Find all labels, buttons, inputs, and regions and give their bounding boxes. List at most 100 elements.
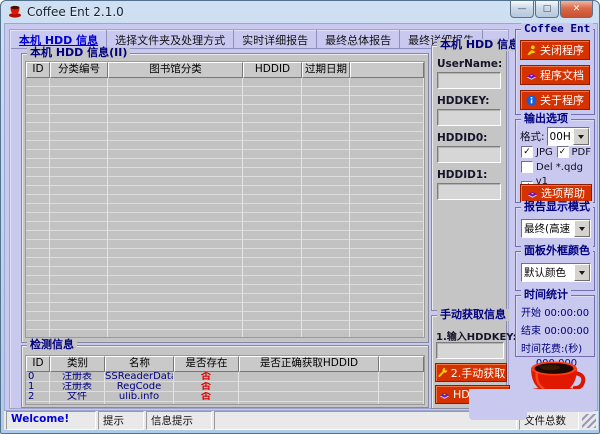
- detect-info-table[interactable]: ID类别名称是否存在是否正确获取HDDID 0注册表SSReaderData否1…: [25, 355, 425, 405]
- empty-row: [26, 321, 424, 330]
- status-tip: 提示: [98, 411, 144, 430]
- column-header: 过期日期: [302, 62, 350, 78]
- tab-3[interactable]: 实时详细报告: [234, 30, 317, 48]
- overlay-panel: [469, 411, 527, 420]
- panel-color-value: 默认颜色: [522, 265, 574, 280]
- table-cell: 否: [174, 372, 239, 382]
- empty-row: [26, 159, 424, 168]
- empty-row: [26, 186, 424, 195]
- panel-color-group: 面板外框颜色 默认颜色: [515, 251, 595, 291]
- empty-row: [26, 213, 424, 222]
- time-elapsed-label: 时间花费:(秒): [521, 340, 592, 355]
- empty-row: [26, 330, 424, 338]
- sidebar-button-person[interactable]: 关闭程序: [520, 40, 590, 60]
- hdd-info-2-title: 本机 HDD 信息(II): [27, 47, 130, 59]
- empty-row: [26, 294, 424, 303]
- column-header: 是否存在: [174, 356, 239, 372]
- field-input[interactable]: [437, 109, 501, 126]
- table-cell: SSReaderData: [105, 372, 174, 382]
- title-bar: Coffee Ent 2.1.0 — □ ✕: [1, 1, 599, 23]
- column-header: 图书馆分类: [108, 62, 243, 78]
- output-options-group: 输出选项 格式: 00H JPGPDFDel *.qdgv1 ReName 选项…: [515, 119, 595, 203]
- table-cell: 注册表: [50, 372, 105, 382]
- checkbox-label: PDF: [572, 147, 591, 158]
- time-stats-group: 时间统计 开始 00:00:00 结束 00:00:00 时间花费:(秒) 00…: [515, 295, 595, 357]
- empty-row: [26, 303, 424, 312]
- close-button[interactable]: ✕: [560, 1, 593, 18]
- time-stats-title: 时间统计: [521, 289, 571, 301]
- field-label: HDDID0:: [437, 132, 501, 144]
- resize-grip[interactable]: [582, 414, 596, 428]
- person-icon: [526, 45, 537, 56]
- tab-4[interactable]: 最终总体报告: [317, 30, 400, 48]
- field-label: HDDKEY:: [437, 95, 501, 107]
- minimize-button[interactable]: —: [510, 1, 534, 18]
- field-input[interactable]: [437, 72, 501, 89]
- checkbox-del-qdg[interactable]: Del *.qdg: [521, 161, 592, 173]
- chevron-down-icon[interactable]: [574, 264, 590, 281]
- checkbox-pdf[interactable]: PDF: [557, 146, 593, 158]
- chevron-down-icon[interactable]: [574, 220, 590, 237]
- detect-header: ID类别名称是否存在是否正确获取HDDID: [26, 356, 424, 372]
- table-cell: [379, 392, 424, 402]
- empty-row: [26, 150, 424, 159]
- maximize-button[interactable]: □: [535, 1, 559, 18]
- empty-row: [26, 240, 424, 249]
- book-icon: [439, 389, 450, 400]
- field-input[interactable]: [437, 183, 501, 200]
- report-mode-group: 报告显示模式 最终(高速: [515, 207, 595, 247]
- empty-row: [26, 105, 424, 114]
- empty-row: [26, 204, 424, 213]
- empty-row: [26, 258, 424, 267]
- book-icon: [526, 70, 537, 81]
- table-cell: 注册表: [50, 382, 105, 392]
- report-mode-combo[interactable]: 最终(高速: [521, 219, 591, 238]
- manual-get-label: 2.手动获取: [451, 365, 506, 381]
- empty-row: [26, 96, 424, 105]
- table-cell: ulib.info: [105, 392, 174, 402]
- column-header: 是否正确获取HDDID: [239, 356, 379, 372]
- output-options-title: 输出选项: [521, 113, 571, 125]
- checkbox-label: Del *.qdg: [536, 162, 583, 173]
- column-header: [350, 62, 424, 78]
- coffee-ent-title: Coffee Ent: [521, 23, 593, 35]
- sidebar-button-book[interactable]: 程序文档: [520, 65, 590, 85]
- button-label: 程序文档: [540, 67, 584, 83]
- table-row[interactable]: 2文件ulib.info否: [26, 392, 424, 402]
- time-end-line: 结束 00:00:00: [521, 322, 592, 337]
- table-cell: 否: [174, 392, 239, 402]
- manual-get-button[interactable]: 2.手动获取: [435, 363, 507, 382]
- options-help-label: 选项帮助: [541, 185, 585, 201]
- book-icon: [527, 188, 538, 199]
- button-label: 关于程序: [540, 92, 584, 108]
- manual-hddkey-input[interactable]: [436, 342, 504, 359]
- hdd2-body: [26, 78, 424, 338]
- hdd-info-2-group: 本机 HDD 信息(II) ID分类编号图书馆分类HDDID过期日期: [21, 53, 429, 343]
- button-label: 关闭程序: [540, 42, 584, 58]
- empty-row: [26, 222, 424, 231]
- table-cell: RegCode: [105, 382, 174, 392]
- table-row[interactable]: 1注册表RegCode否: [26, 382, 424, 392]
- column-header: HDDID: [243, 62, 302, 78]
- panel-color-combo[interactable]: 默认颜色: [521, 263, 591, 282]
- table-row[interactable]: 0注册表SSReaderData否: [26, 372, 424, 382]
- hdd1-fields: UserName:HDDKEY:HDDID0:HDDID1:: [437, 54, 501, 206]
- format-combo[interactable]: 00H: [547, 127, 590, 146]
- empty-row: [26, 168, 424, 177]
- table-cell: [379, 372, 424, 382]
- column-header: ID: [26, 356, 50, 372]
- field-input[interactable]: [437, 146, 501, 163]
- empty-row: [26, 402, 424, 405]
- chevron-down-icon[interactable]: [573, 128, 589, 145]
- report-mode-title: 报告显示模式: [521, 201, 593, 213]
- manual-step1-label: 1.输入HDDKEY:: [436, 328, 517, 343]
- hdd-info-2-table[interactable]: ID分类编号图书馆分类HDDID过期日期: [25, 61, 425, 338]
- table-cell: 0: [26, 372, 50, 382]
- table-cell: [379, 382, 424, 392]
- sidebar-button-info[interactable]: 关于程序: [520, 90, 590, 110]
- hdd-info-1-group: 本机 HDD 信息(I) UserName:HDDKEY:HDDID0:HDDI…: [431, 45, 507, 311]
- empty-row: [26, 87, 424, 96]
- status-file-total: 文件总数: [519, 411, 579, 430]
- table-cell: [239, 392, 379, 402]
- checkbox-jpg[interactable]: JPG: [521, 146, 557, 158]
